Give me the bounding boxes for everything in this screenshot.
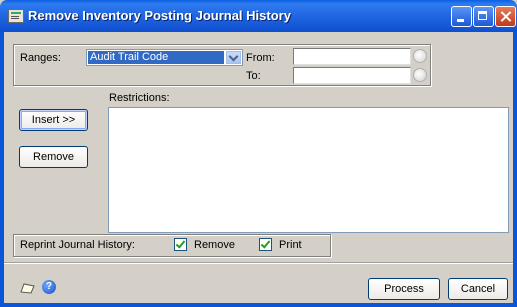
ranges-select[interactable]: Audit Trail Code — [86, 49, 243, 66]
cancel-button[interactable]: Cancel — [448, 278, 508, 300]
window-title: Remove Inventory Posting Journal History — [28, 8, 291, 23]
from-lookup-icon[interactable] — [413, 49, 427, 63]
window-icon — [8, 9, 24, 23]
footer-divider — [4, 262, 513, 264]
title-bar[interactable]: Remove Inventory Posting Journal History — [0, 0, 517, 32]
to-label: To: — [246, 70, 261, 82]
insert-button[interactable]: Insert >> — [19, 109, 88, 131]
note-icon[interactable] — [20, 282, 36, 294]
window-frame-right — [513, 32, 517, 307]
remove-checkbox[interactable] — [174, 238, 187, 251]
remove-button[interactable]: Remove — [19, 146, 88, 168]
ranges-selected-value: Audit Trail Code — [88, 51, 224, 64]
help-icon[interactable]: ? — [42, 280, 56, 294]
minimize-button[interactable] — [451, 6, 472, 27]
restrictions-label: Restrictions: — [109, 92, 170, 104]
print-checkbox-label[interactable]: Print — [279, 239, 302, 251]
process-button[interactable]: Process — [368, 278, 440, 300]
window-frame-bottom — [0, 303, 517, 307]
from-field[interactable] — [293, 48, 411, 65]
to-lookup-icon[interactable] — [413, 68, 427, 82]
restrictions-list[interactable] — [108, 107, 509, 233]
maximize-button[interactable] — [473, 6, 494, 27]
to-field[interactable] — [293, 67, 411, 84]
print-checkbox[interactable] — [259, 238, 272, 251]
remove-checkbox-label[interactable]: Remove — [194, 239, 235, 251]
close-button[interactable] — [495, 6, 516, 27]
chevron-down-icon[interactable] — [226, 51, 241, 64]
reprint-label: Reprint Journal History: — [20, 239, 135, 251]
dialog-body: Ranges: Audit Trail Code From: To: Restr… — [4, 32, 513, 303]
from-label: From: — [246, 52, 275, 64]
ranges-label: Ranges: — [20, 52, 61, 64]
